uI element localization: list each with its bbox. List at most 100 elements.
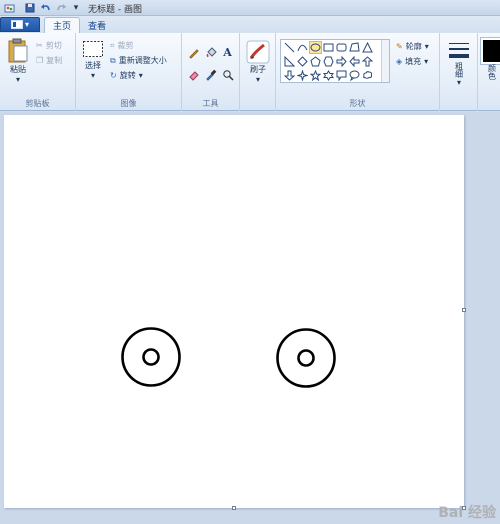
paint-bucket-icon: [206, 46, 217, 57]
copy-button[interactable]: ❐ 复制: [36, 55, 62, 66]
five-point-star-shape[interactable]: [309, 69, 322, 82]
rounded-rectangle-shape[interactable]: [335, 41, 348, 54]
crop-label: 裁剪: [117, 41, 134, 50]
redo-icon[interactable]: [55, 2, 67, 14]
brush-icon: [246, 40, 270, 64]
triangle-shape[interactable]: [361, 41, 374, 54]
color1-group: 颜色: [478, 33, 500, 111]
oval-icon: [310, 43, 321, 52]
crop-button[interactable]: ⌗ 裁剪: [110, 40, 134, 51]
shapes-group-label: 形状: [349, 99, 366, 108]
file-menu-button[interactable]: ▾: [0, 17, 40, 32]
right-eye-outer-circle: [276, 328, 336, 388]
hexagon-shape[interactable]: [322, 55, 335, 68]
color1-swatch: [480, 37, 500, 65]
right-eye-inner-circle: [297, 349, 315, 367]
oval-shape[interactable]: [309, 41, 322, 54]
text-tool[interactable]: A: [220, 45, 235, 60]
window-title: 无标题 - 画图: [88, 5, 142, 15]
shapes-gallery-scroll[interactable]: [381, 40, 389, 82]
oval-callout-shape[interactable]: [348, 69, 361, 82]
four-point-star-shape[interactable]: [296, 69, 309, 82]
rect-callout-icon: [336, 70, 347, 81]
rect-callout-shape[interactable]: [335, 69, 348, 82]
six-point-star-shape[interactable]: [322, 69, 335, 82]
drawing-canvas[interactable]: [4, 115, 464, 508]
resize-button[interactable]: ⧉ 重新调整大小: [110, 55, 167, 66]
up-arrow-icon: [362, 56, 373, 67]
five-point-star-icon: [310, 70, 321, 81]
shapes-group: ✎ 轮廓 ▾ ◈ 填充 ▾ 形状: [276, 33, 440, 111]
hexagon-icon: [323, 56, 334, 67]
color-picker-tool[interactable]: [203, 67, 218, 82]
customize-arrow-icon[interactable]: ▾: [70, 2, 82, 14]
down-arrow-icon: [284, 70, 295, 81]
diamond-shape[interactable]: [296, 55, 309, 68]
fill-label: 填充: [405, 57, 422, 66]
clipboard-group: 粘贴 ▾ ✂ 剪切 ❐ 复制 剪贴板: [0, 33, 76, 111]
baidu-watermark: Bai 经验: [438, 505, 496, 521]
diamond-icon: [297, 56, 308, 67]
oval-callout-icon: [349, 70, 360, 81]
six-point-star-icon: [323, 70, 334, 81]
curve-shape[interactable]: [296, 41, 309, 54]
pentagon-shape[interactable]: [309, 55, 322, 68]
paint-app-icon[interactable]: [3, 2, 15, 14]
pencil-tool[interactable]: [186, 45, 201, 60]
line-shape[interactable]: [283, 41, 296, 54]
cut-button[interactable]: ✂ 剪切: [36, 40, 62, 51]
cut-label: 剪切: [45, 41, 62, 50]
tools-group-label: 工具: [202, 99, 219, 108]
right-arrow-shape[interactable]: [335, 55, 348, 68]
ribbon-tab-bar: ▾ 主页 查看: [0, 16, 500, 33]
tab-view[interactable]: 查看: [80, 17, 114, 33]
rotate-label: 旋转: [119, 71, 136, 80]
select-button[interactable]: 选择 ▾: [80, 40, 106, 80]
left-arrow-shape[interactable]: [348, 55, 361, 68]
canvas-drawing: [121, 327, 336, 388]
resize-icon: ⧉: [110, 55, 116, 65]
cloud-callout-shape[interactable]: [361, 69, 374, 82]
image-group: 选择 ▾ ⌗ 裁剪 ⧉ 重新调整大小 ↻ 旋转 ▾ 图像: [76, 33, 182, 111]
resize-handle-bottom[interactable]: [232, 506, 236, 510]
eraser-tool[interactable]: [186, 67, 201, 82]
fill-bucket-icon: ◈: [396, 57, 403, 66]
magnifier-tool[interactable]: [220, 67, 235, 82]
chevron-down-icon: ▾: [255, 75, 260, 84]
right-triangle-icon: [284, 56, 295, 67]
canvas-workspace[interactable]: Bai 经验: [0, 112, 500, 524]
paste-button[interactable]: 粘贴 ▾: [4, 38, 32, 84]
save-icon[interactable]: [24, 2, 36, 14]
rectangle-icon: [323, 43, 334, 52]
outline-button[interactable]: ✎ 轮廓 ▾: [396, 41, 429, 52]
pentagon-icon: [310, 56, 321, 67]
tools-group: A 工具: [182, 33, 240, 111]
polygon-shape[interactable]: [348, 41, 361, 54]
tab-home[interactable]: 主页: [44, 17, 81, 33]
color1-label: 颜色: [487, 64, 497, 80]
down-arrow-shape[interactable]: [283, 69, 296, 82]
copy-label: 复制: [46, 56, 63, 65]
rectangle-shape[interactable]: [322, 41, 335, 54]
paste-label: 粘贴: [10, 65, 26, 74]
paste-icon: [8, 38, 28, 63]
resize-handle-right[interactable]: [462, 308, 466, 312]
triangle-icon: [362, 42, 373, 53]
eyedropper-icon: [205, 69, 216, 81]
curve-icon: [297, 44, 308, 52]
copy-icon: ❐: [36, 56, 44, 65]
size-label: 粗细: [454, 62, 464, 78]
fill-tool[interactable]: [203, 45, 218, 60]
brushes-button[interactable]: 刷子 ▾: [244, 40, 272, 84]
shapes-gallery: [280, 39, 390, 83]
undo-icon[interactable]: [39, 2, 51, 14]
up-arrow-shape[interactable]: [361, 55, 374, 68]
cloud-callout-icon: [363, 71, 373, 79]
size-button[interactable]: 粗细 ▾: [446, 40, 472, 87]
color1-button[interactable]: 颜色: [480, 37, 500, 80]
right-triangle-shape[interactable]: [283, 55, 296, 68]
fill-button[interactable]: ◈ 填充 ▾: [396, 56, 428, 67]
chevron-down-icon: ▾: [15, 75, 20, 84]
rotate-button[interactable]: ↻ 旋转 ▾: [110, 70, 143, 81]
size-group: 粗细 ▾: [440, 33, 478, 111]
